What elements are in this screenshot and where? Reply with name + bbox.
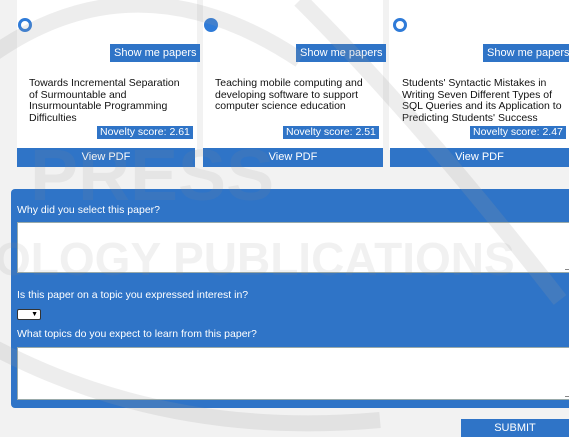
card-2-radio[interactable] bbox=[204, 18, 218, 32]
paper-card-1: Show me papers Towards Incremental Separ… bbox=[17, 0, 200, 150]
card-1-novelty-score: Novelty score: 2.61 bbox=[97, 126, 193, 139]
card-1-title: Towards Incremental Separation of Surmou… bbox=[29, 77, 180, 124]
card-2-novelty-score: Novelty score: 2.51 bbox=[283, 126, 379, 139]
card-2-title: Teaching mobile computing and developing… bbox=[215, 77, 363, 112]
resize-grip-icon[interactable] bbox=[565, 263, 569, 270]
topic-interest-select[interactable]: ▼ bbox=[17, 309, 41, 320]
card-2-view-pdf-button[interactable]: View PDF bbox=[203, 148, 383, 167]
card-3-novelty-score: Novelty score: 2.47 bbox=[470, 126, 566, 139]
card-2-show-papers-button[interactable]: Show me papers bbox=[296, 44, 386, 62]
resize-grip-icon[interactable] bbox=[565, 390, 569, 397]
paper-card-3: Show me papers Students' Syntactic Mista… bbox=[389, 0, 569, 150]
card-1-show-papers-button[interactable]: Show me papers bbox=[110, 44, 200, 62]
card-3-view-pdf-button[interactable]: View PDF bbox=[390, 148, 569, 167]
card-3-title: Students' Syntactic Mistakes in Writing … bbox=[402, 77, 562, 124]
question-why-selected-label: Why did you select this paper? bbox=[17, 204, 160, 216]
expected-topics-textarea[interactable] bbox=[17, 347, 569, 400]
feedback-form: Why did you select this paper? Is this p… bbox=[11, 189, 569, 408]
card-3-radio[interactable] bbox=[393, 18, 407, 32]
card-1-radio[interactable] bbox=[18, 18, 32, 32]
paper-card-2: Show me papers Teaching mobile computing… bbox=[203, 0, 386, 150]
question-topic-interest-label: Is this paper on a topic you expressed i… bbox=[17, 289, 249, 301]
chevron-down-icon: ▼ bbox=[31, 311, 38, 318]
question-expected-topics-label: What topics do you expect to learn from … bbox=[17, 328, 257, 340]
submit-button[interactable]: SUBMIT bbox=[461, 419, 569, 437]
card-1-view-pdf-button[interactable]: View PDF bbox=[17, 148, 195, 167]
why-selected-textarea[interactable] bbox=[17, 222, 569, 273]
card-3-show-papers-button[interactable]: Show me papers bbox=[483, 44, 569, 62]
